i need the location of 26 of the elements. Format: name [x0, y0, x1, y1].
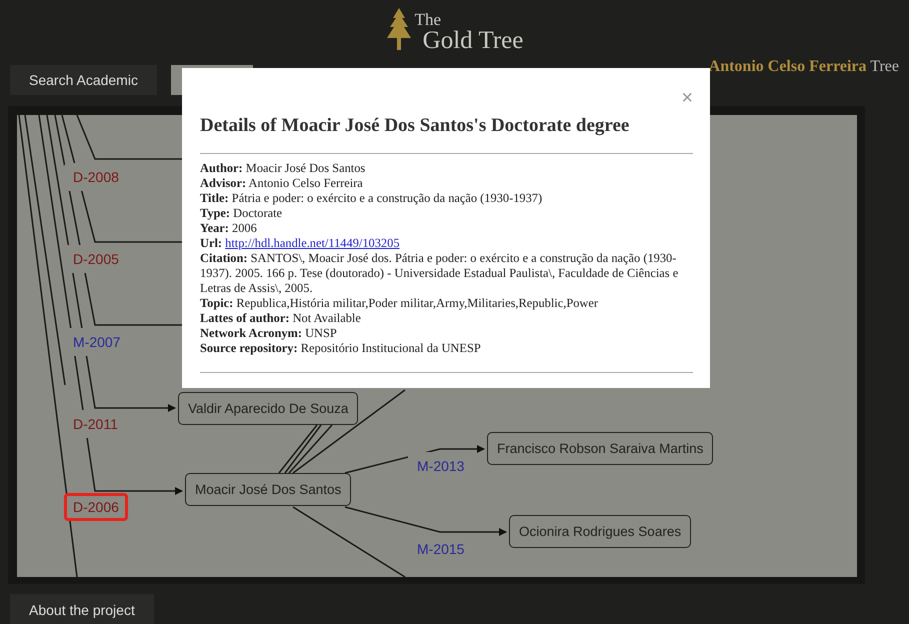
detail-line: Title: Pátria e poder: o exército e a construção da nação (1930-1937): [200, 191, 544, 206]
person-node[interactable]: Moacir José Dos Santos: [185, 473, 352, 506]
logo-small-text: The: [414, 11, 442, 28]
url-link[interactable]: http://hdl.handle.net/11449/103205: [225, 236, 400, 250]
detail-line: Topic: Republica,História militar,Poder militar,Army,Militaries,Republic,Power: [200, 296, 599, 311]
detail-line: Citation: SANTOS\, Moacir José dos. Pátria e poder: o exército e a construção da nação (1930-1937). 2005. 166 p. Tese (doutorado) - Universidade Estadual Paulista\, Faculdade de Ciências e Letras de Assis\, 2005.: [200, 251, 680, 296]
detail-line: Source repository: Repositório Institucional da UNESP: [200, 341, 482, 356]
dialog-title: Details of Moacir José Dos Santos's Doctorate degree: [200, 115, 630, 137]
person-node[interactable]: Valdir Aparecido De Souza: [178, 392, 358, 425]
about-button[interactable]: About the project: [10, 594, 154, 624]
tree-label: Tree: [870, 58, 899, 75]
detail-line: Lattes of author: Not Available: [200, 311, 362, 326]
tree-logo-icon: [386, 8, 412, 52]
degree-label: D-2006: [64, 493, 128, 521]
person-node[interactable]: Ocionira Rodrigues Soares: [509, 515, 692, 548]
detail-line: Type: Doctorate: [200, 206, 284, 221]
detail-line: Advisor: Antonio Celso Ferreira: [200, 176, 364, 191]
detail-line: Network Acronym: UNSP: [200, 326, 338, 341]
tree-owner-name: Antonio Celso Ferreira: [708, 58, 867, 75]
detail-line: Author: Moacir José Dos Santos: [200, 161, 366, 176]
close-button[interactable]: ×: [681, 88, 693, 108]
detail-line: Year: 2006: [200, 221, 258, 236]
person-node[interactable]: Francisco Robson Saraiva Martins: [487, 432, 714, 465]
nav-tab[interactable]: Search Academic: [10, 65, 157, 95]
detail-line: Url: http://hdl.handle.net/11449/103205: [200, 236, 401, 251]
logo-title: Gold Tree: [422, 28, 524, 53]
